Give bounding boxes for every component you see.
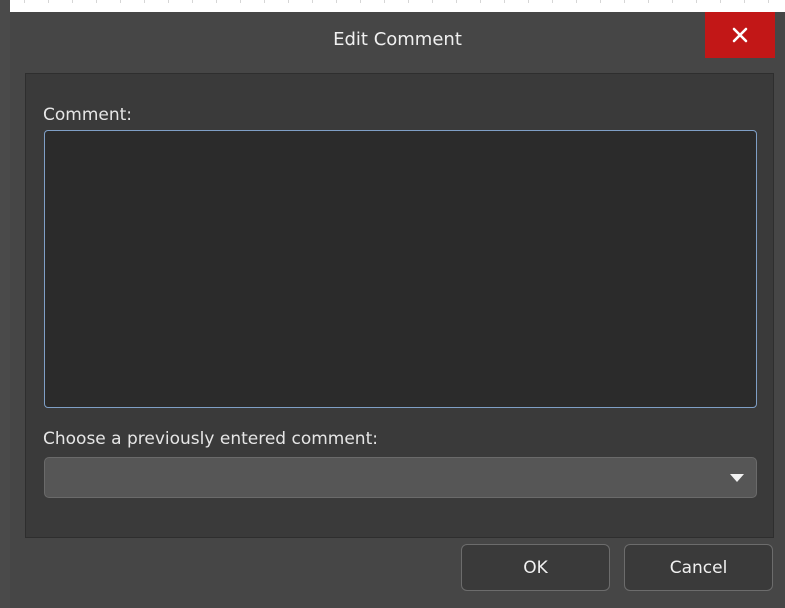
previous-comment-label: Choose a previously entered comment: <box>43 429 378 449</box>
close-icon <box>732 27 748 43</box>
ok-button[interactable]: OK <box>461 544 610 591</box>
close-button[interactable] <box>705 12 775 58</box>
background-ruler <box>0 0 785 12</box>
title-bar[interactable]: Edit Comment <box>10 12 785 70</box>
previous-comment-dropdown[interactable] <box>44 457 757 498</box>
cancel-button[interactable]: Cancel <box>624 544 773 591</box>
window-edge <box>0 0 10 608</box>
edit-comment-dialog: Edit Comment Comment: Choose a previousl… <box>10 12 785 608</box>
chevron-down-icon <box>730 474 744 482</box>
dialog-title: Edit Comment <box>333 29 462 50</box>
comment-label: Comment: <box>43 105 133 125</box>
screen: Edit Comment Comment: Choose a previousl… <box>0 0 785 608</box>
comment-textarea[interactable] <box>44 130 757 408</box>
content-panel: Comment: Choose a previously entered com… <box>25 73 774 538</box>
